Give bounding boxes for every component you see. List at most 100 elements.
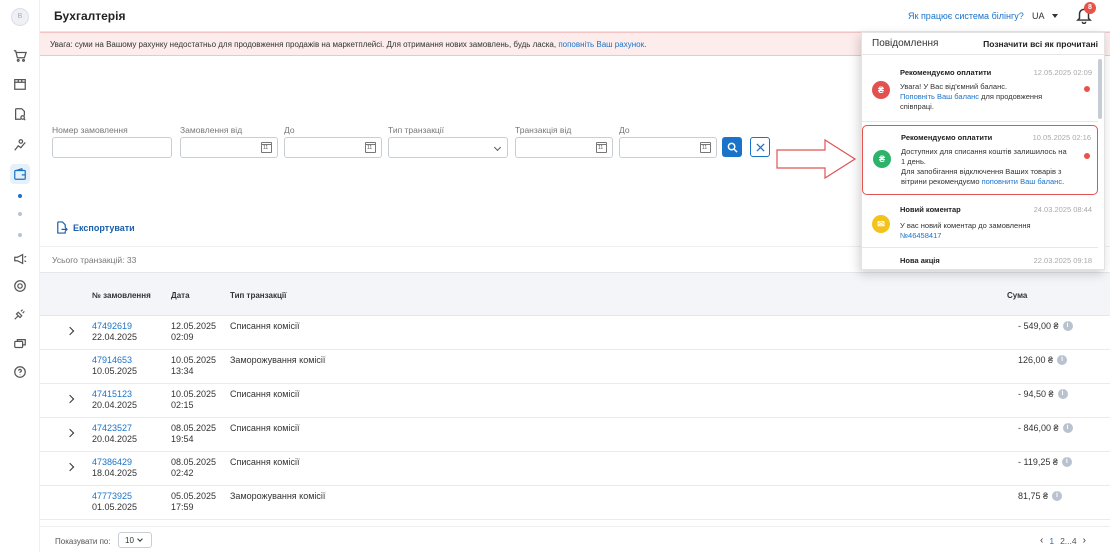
analytics-icon[interactable] xyxy=(10,135,30,155)
table-row[interactable]: 47386429 18.04.2025 08.05.2025 02:42 Списа… xyxy=(40,452,1110,486)
table-row[interactable]: 47492619 22.04.2025 12.05.2025 02:09 Списа… xyxy=(40,316,1110,350)
mark-all-read-button[interactable]: Позначити всі як прочитані xyxy=(983,39,1098,49)
unread-dot xyxy=(1084,86,1090,92)
language-value: UA xyxy=(1032,11,1045,21)
avatar[interactable]: В xyxy=(11,8,29,26)
expand-chevron-icon[interactable] xyxy=(65,428,75,438)
sidebar: В xyxy=(0,0,40,552)
wallet-icon[interactable] xyxy=(10,164,30,184)
order-link[interactable]: №46458417 xyxy=(900,231,941,240)
notifications-list: Рекомендуємо оплатити 12.05.2025 02:09 ₴… xyxy=(862,55,1098,269)
order-date: 22.04.2025 xyxy=(92,332,138,342)
order-date: 18.04.2025 xyxy=(92,468,138,478)
table-row[interactable]: 47415123 20.04.2025 10.05.2025 02:15 Списа… xyxy=(40,384,1110,418)
transaction-from-label: Транзакція від xyxy=(515,125,572,135)
billing-help-link[interactable]: Як працює система білінгу? xyxy=(908,11,1024,21)
order-date: 10.05.2025 xyxy=(92,366,138,376)
notification-title: Рекомендуємо оплатити xyxy=(900,68,992,77)
order-from-date-input[interactable] xyxy=(180,137,278,158)
calendar-icon[interactable] xyxy=(700,142,711,153)
table-row[interactable]: 47423527 20.04.2025 08.05.2025 19:54 Списа… xyxy=(40,418,1110,452)
order-number-link[interactable]: 47386429 xyxy=(92,457,137,468)
transaction-type: Списання комісії xyxy=(230,389,300,399)
submenu-dot-1[interactable] xyxy=(18,194,22,198)
order-to-date-input[interactable] xyxy=(284,137,382,158)
order-number-link[interactable]: 47415123 xyxy=(92,389,137,400)
transaction-type-select[interactable] xyxy=(388,137,508,158)
page-range[interactable]: 2...4 xyxy=(1060,536,1077,546)
notification-count-badge: 8 xyxy=(1084,2,1096,14)
column-header-order[interactable]: № замовлення xyxy=(92,291,151,300)
info-icon[interactable]: i xyxy=(1052,491,1063,501)
transaction-date: 08.05.2025 xyxy=(171,423,217,433)
order-date: 20.04.2025 xyxy=(92,400,138,410)
info-icon[interactable]: i xyxy=(1057,355,1068,365)
transaction-type: Заморожування комісії xyxy=(230,491,326,501)
page-current[interactable]: 1 xyxy=(1049,536,1054,546)
transaction-from-date-input[interactable] xyxy=(515,137,613,158)
store-icon[interactable] xyxy=(10,74,30,94)
search-button[interactable] xyxy=(722,137,742,157)
transaction-to-label: До xyxy=(619,125,630,135)
info-icon[interactable]: i xyxy=(1062,423,1073,433)
notification-body: Увага! У Вас від'ємний баланс. Поповніть… xyxy=(900,82,1070,112)
info-icon[interactable]: i xyxy=(1062,321,1073,331)
notification-text: Доступних для списання коштів залишилось… xyxy=(901,147,1067,166)
topup-balance-link[interactable]: поповнити Ваш баланс xyxy=(982,177,1063,186)
chevron-down-icon xyxy=(1051,14,1058,18)
submenu-dot-3[interactable] xyxy=(18,233,22,237)
divider xyxy=(862,121,1098,122)
per-page-select[interactable]: 10 xyxy=(118,532,152,548)
order-number-input[interactable] xyxy=(52,137,172,158)
export-button[interactable]: Експортувати xyxy=(55,221,135,234)
order-number-link[interactable]: 47492619 xyxy=(92,321,137,332)
megaphone-icon[interactable] xyxy=(10,249,30,269)
calendar-icon[interactable] xyxy=(596,142,607,153)
table-row[interactable]: 47914653 10.05.2025 10.05.2025 13:34 Замор… xyxy=(40,350,1110,384)
chevron-right-icon[interactable]: › xyxy=(1083,535,1086,546)
transaction-date: 12.05.2025 xyxy=(171,321,217,331)
export-icon xyxy=(57,221,68,234)
expand-chevron-icon[interactable] xyxy=(65,326,75,336)
order-number-link[interactable]: 47423527 xyxy=(92,423,137,434)
expand-chevron-icon[interactable] xyxy=(65,394,75,404)
notification-item[interactable]: Рекомендуємо оплатити 12.05.2025 02:09 ₴… xyxy=(862,55,1098,119)
table-row[interactable]: 47773925 01.05.2025 05.05.2025 17:59 Замор… xyxy=(40,486,1110,520)
topup-account-link[interactable]: поповніть Ваш рахунок xyxy=(558,40,644,49)
search-doc-icon[interactable] xyxy=(10,104,30,124)
help-icon[interactable] xyxy=(10,362,30,382)
expand-chevron-icon[interactable] xyxy=(65,462,75,472)
language-select[interactable]: UA xyxy=(1032,11,1058,21)
transaction-to-date-input[interactable] xyxy=(619,137,717,158)
calendar-icon[interactable] xyxy=(365,142,376,153)
per-page-label: Показувати по: xyxy=(55,537,111,546)
order-number-link[interactable]: 47914653 xyxy=(92,355,137,366)
chevron-left-icon[interactable]: ‹ xyxy=(1040,535,1043,546)
info-icon[interactable]: i xyxy=(1057,389,1068,399)
notification-title: Нова акція xyxy=(900,256,940,265)
transaction-type: Списання комісії xyxy=(230,321,300,331)
transaction-type: Заморожування комісії xyxy=(230,355,326,365)
pagination: ‹ 1 2...4 › xyxy=(1040,535,1086,546)
plug-icon[interactable] xyxy=(10,304,30,324)
scrollbar[interactable] xyxy=(1098,59,1102,119)
column-header-type[interactable]: Тип транзакції xyxy=(230,291,286,300)
order-number-link[interactable]: 47773925 xyxy=(92,491,137,502)
notification-item[interactable]: Рекомендуємо оплатити 10.05.2025 02:16 ₴… xyxy=(862,125,1098,195)
chat-icon[interactable] xyxy=(10,334,30,354)
submenu-dot-2[interactable] xyxy=(18,212,22,216)
notification-item[interactable]: Нова акція 22.03.2025 09:18 xyxy=(862,253,1098,269)
topup-balance-link[interactable]: Поповніть Ваш баланс xyxy=(900,92,979,101)
calendar-icon[interactable] xyxy=(261,142,272,153)
info-icon[interactable]: i xyxy=(1061,457,1072,467)
transaction-type: Списання комісії xyxy=(230,457,300,467)
close-icon xyxy=(755,142,765,152)
cart-icon[interactable] xyxy=(10,46,30,66)
column-header-sum[interactable]: Сума xyxy=(1007,291,1027,300)
clear-filters-button[interactable] xyxy=(750,137,770,157)
export-label: Експортувати xyxy=(73,222,135,233)
notification-item[interactable]: Новий коментар 24.03.2025 08:44 ✉ У вас … xyxy=(862,201,1098,245)
chevron-down-icon xyxy=(137,536,143,542)
column-header-date[interactable]: Дата xyxy=(171,291,190,300)
settings-icon[interactable] xyxy=(10,276,30,296)
